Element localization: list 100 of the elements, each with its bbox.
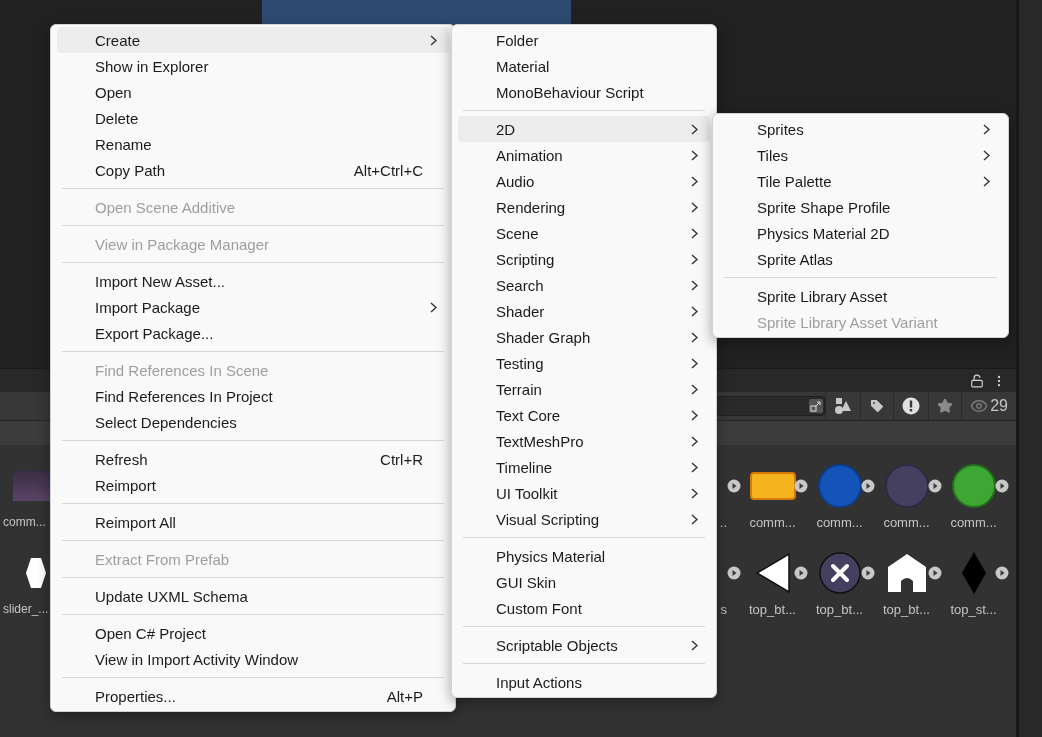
menu-item[interactable]: Scene (458, 220, 710, 246)
menu-item[interactable]: Material (458, 53, 710, 79)
menu-item[interactable]: Folder (458, 27, 710, 53)
menu-item[interactable]: Search (458, 272, 710, 298)
play-icon (860, 479, 875, 493)
shortcut-text: Alt+Ctrl+C (353, 161, 423, 179)
play-icon (927, 566, 942, 580)
menu-item[interactable]: Rename (57, 131, 449, 157)
asset-name: comm... (2, 515, 46, 529)
asset-tile[interactable]: top_bt... (873, 550, 940, 637)
sprite-thumbnail (951, 464, 996, 508)
menu-item[interactable]: Import Package (57, 294, 449, 320)
menu-item[interactable]: Rendering (458, 194, 710, 220)
expand-icon[interactable] (808, 398, 825, 414)
asset-tile[interactable]: comm... (739, 463, 806, 550)
menu-item[interactable]: Physics Material 2D (719, 220, 1002, 246)
menu-item[interactable]: Shader (458, 298, 710, 324)
chevron-right-icon (690, 487, 698, 499)
menu-item[interactable]: Import New Asset... (57, 268, 449, 294)
chevron-right-icon (690, 123, 698, 135)
chevron-right-icon (690, 227, 698, 239)
asset-name: s (720, 602, 728, 617)
menu-item[interactable]: Tile Palette (719, 168, 1002, 194)
asset-tile[interactable]: top_bt... (739, 550, 806, 637)
menu-item[interactable]: Export Package... (57, 320, 449, 346)
menu-item[interactable]: Testing (458, 350, 710, 376)
shortcut-text: Ctrl+R (380, 450, 423, 468)
menu-item[interactable]: Sprite Library Asset (719, 283, 1002, 309)
menu-item[interactable]: Sprites (719, 116, 1002, 142)
menu-item[interactable]: Create (57, 27, 449, 53)
menu-item[interactable]: Scripting (458, 246, 710, 272)
shapes-icon (834, 397, 853, 415)
menu-item[interactable]: Properties... Alt+P (57, 683, 449, 709)
asset-name: top_bt... (749, 602, 796, 617)
alert-icon (902, 397, 921, 415)
play-icon (726, 479, 741, 493)
asset-name: comm... (950, 515, 997, 530)
menu-item[interactable]: Text Core (458, 402, 710, 428)
chevron-right-icon (429, 34, 437, 46)
menu-item[interactable]: Animation (458, 142, 710, 168)
menu-item[interactable]: Delete (57, 105, 449, 131)
menu-item[interactable]: Input Actions (458, 669, 710, 695)
chevron-right-icon (690, 409, 698, 421)
chevron-right-icon (690, 175, 698, 187)
sprite-thumbnail (886, 553, 927, 593)
menu-item[interactable]: Tiles (719, 142, 1002, 168)
menu-item[interactable]: TextMeshPro (458, 428, 710, 454)
sprite-thumbnail (749, 472, 796, 500)
play-icon (793, 566, 808, 580)
chevron-right-icon (982, 175, 990, 187)
sprite-thumbnail (754, 553, 791, 593)
asset-name: top_bt... (883, 602, 930, 617)
chevron-right-icon (690, 435, 698, 447)
asset-name: comm... (816, 515, 863, 530)
asset-tile[interactable]: top_st... (940, 550, 1007, 637)
result-count: 29 (990, 397, 1008, 415)
menu-item[interactable]: 2D (458, 116, 710, 142)
chevron-right-icon (690, 383, 698, 395)
menu-item[interactable]: Audio (458, 168, 710, 194)
play-icon (927, 479, 942, 493)
menu-item[interactable]: Shader Graph (458, 324, 710, 350)
asset-name: .. (719, 515, 728, 530)
menu-item[interactable]: Reimport All (57, 509, 449, 535)
menu-item[interactable]: Copy Path Alt+Ctrl+C (57, 157, 449, 183)
asset-name: comm... (883, 515, 930, 530)
chevron-right-icon (690, 253, 698, 265)
asset-tile[interactable]: top_bt... (806, 550, 873, 637)
menu-item[interactable]: Open (57, 79, 449, 105)
menu-item[interactable]: Refresh Ctrl+R (57, 446, 449, 472)
menu-item[interactable]: Terrain (458, 376, 710, 402)
asset-name: top_bt... (816, 602, 863, 617)
chevron-right-icon (690, 279, 698, 291)
menu-item[interactable]: Select Dependencies (57, 409, 449, 435)
sprite-thumbnail (884, 464, 929, 508)
asset-tile[interactable]: comm... (806, 463, 873, 550)
menu-item[interactable]: Sprite Atlas (719, 246, 1002, 272)
chevron-right-icon (690, 331, 698, 343)
chevron-right-icon (690, 305, 698, 317)
tag-icon (869, 398, 886, 414)
chevron-right-icon (690, 461, 698, 473)
menu-item[interactable]: Show in Explorer (57, 53, 449, 79)
lock-icon[interactable] (970, 373, 984, 388)
chevron-right-icon (690, 201, 698, 213)
chevron-right-icon (690, 357, 698, 369)
chevron-right-icon (690, 639, 698, 651)
asset-tile[interactable]: comm... (873, 463, 940, 550)
menu-item[interactable]: Sprite Shape Profile (719, 194, 1002, 220)
menu-item[interactable]: MonoBehaviour Script (458, 79, 710, 105)
play-icon (994, 566, 1009, 580)
play-icon (793, 479, 808, 493)
chevron-right-icon (982, 149, 990, 161)
menu-item[interactable]: Reimport (57, 472, 449, 498)
eye-icon (970, 397, 989, 415)
sprite-thumbnail (960, 551, 987, 595)
asset-name: slider_... (2, 602, 49, 616)
play-icon (994, 479, 1009, 493)
chevron-right-icon (982, 123, 990, 135)
menu-item[interactable]: Find References In Project (57, 383, 449, 409)
asset-tile[interactable]: comm... (940, 463, 1007, 550)
menu-item[interactable]: View in Import Activity Window (57, 646, 449, 672)
